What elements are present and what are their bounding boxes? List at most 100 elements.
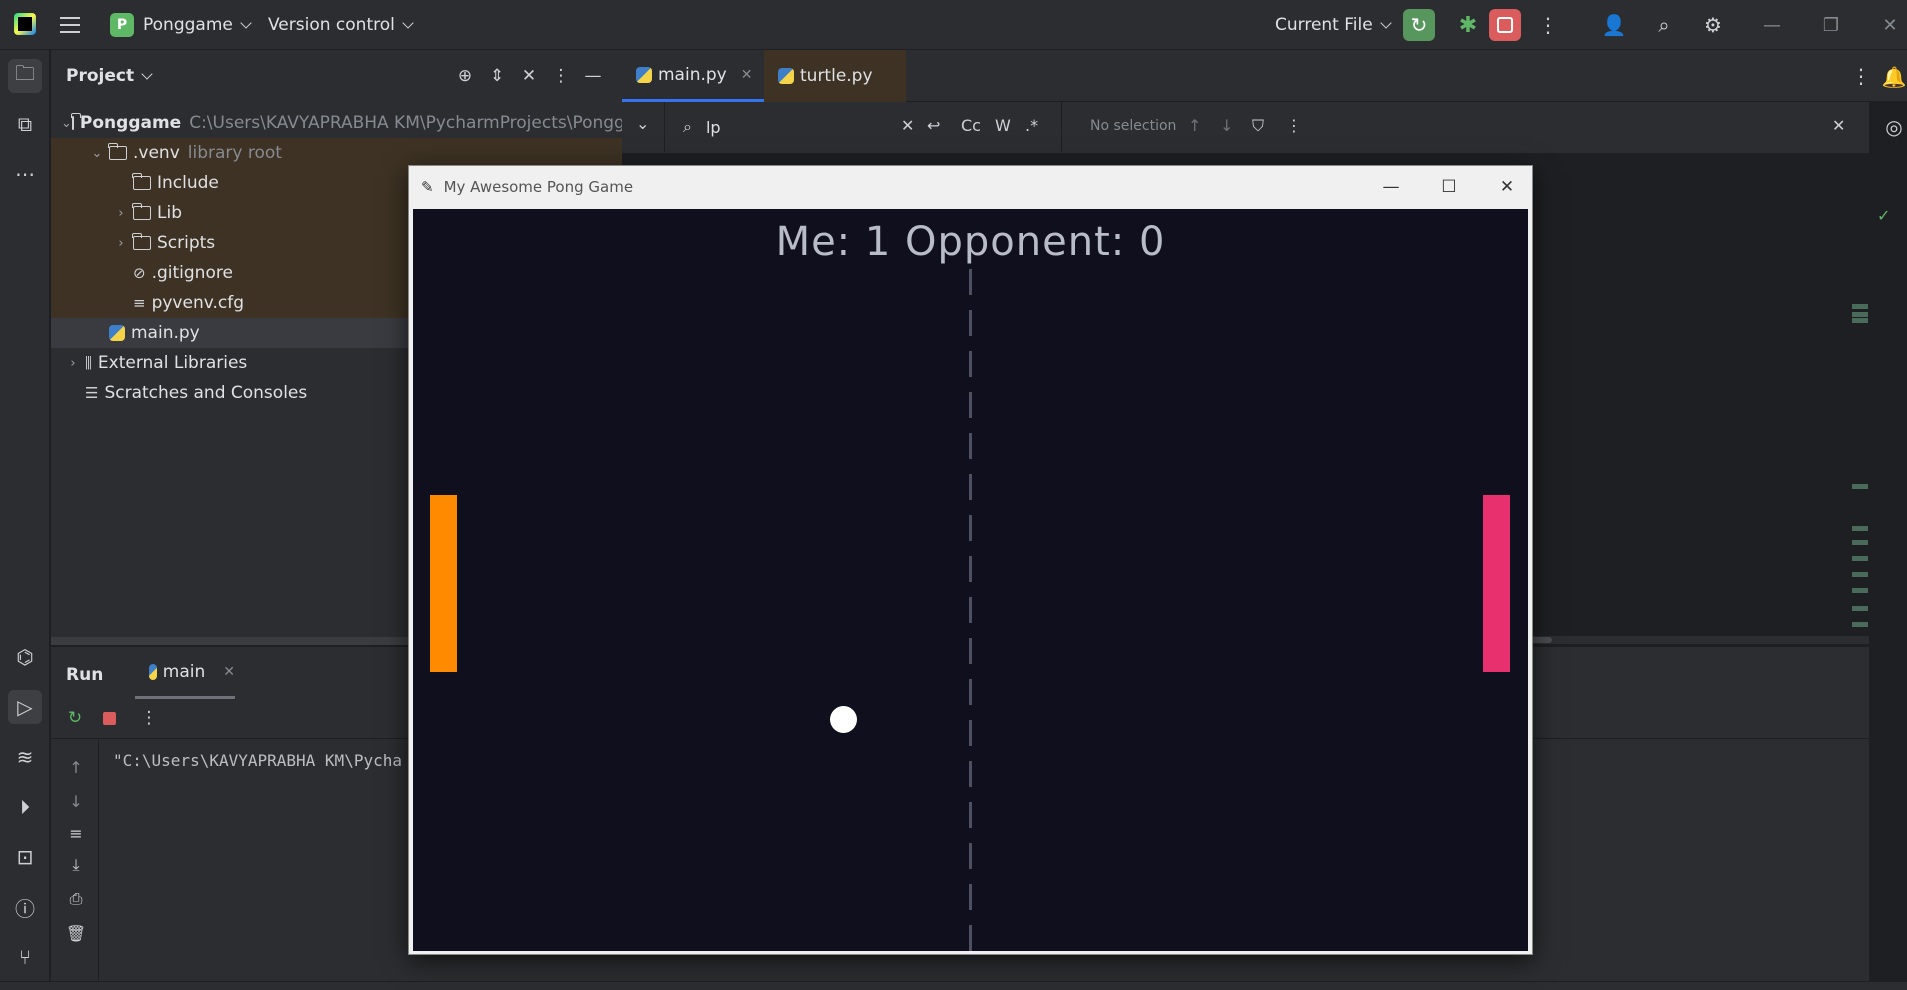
- match-case-toggle[interactable]: Cc: [961, 116, 981, 135]
- terminal-icon[interactable]: ⊡: [8, 840, 42, 874]
- find-options-icon[interactable]: ⋮: [1286, 116, 1302, 135]
- center-line-dash: [969, 556, 972, 582]
- tab-options-icon[interactable]: ⋮: [1845, 60, 1877, 92]
- find-query[interactable]: lp: [706, 118, 721, 137]
- close-tab-icon[interactable]: ✕: [741, 67, 753, 83]
- game-canvas[interactable]: Me: 1 Opponent: 0: [413, 209, 1528, 951]
- game-window-titlebar[interactable]: ✎ My Awesome Pong Game: [409, 166, 1532, 208]
- chevron-right-icon[interactable]: ›: [61, 356, 85, 371]
- console-output[interactable]: "C:\Users\KAVYAPRABHA KM\Pycha: [113, 751, 402, 770]
- center-line-dash: [969, 925, 972, 951]
- tree-item-label: Scripts: [157, 233, 216, 253]
- tree-item-label: .venv: [133, 143, 180, 163]
- tree-item-venv[interactable]: ⌄ .venv library root: [51, 138, 622, 168]
- tree-item-label: Include: [157, 173, 219, 193]
- change-marker: [1852, 556, 1868, 561]
- python-file-icon: [636, 66, 652, 83]
- notifications-bell-icon[interactable]: 🔔: [1878, 61, 1907, 93]
- folder-icon: [71, 113, 82, 130]
- add-user-icon[interactable]: 👤: [1598, 9, 1630, 41]
- ai-assistant-icon[interactable]: ◎: [1878, 111, 1907, 143]
- center-line-dash: [969, 720, 972, 746]
- center-line-dash: [969, 474, 972, 500]
- restore-window-icon[interactable]: ❐: [1816, 12, 1846, 38]
- run-side-toolbar: ↑ ↓ ≡ ⤓ ⎙ 🗑: [51, 740, 99, 982]
- previous-occurrence-icon[interactable]: ↑: [1188, 116, 1201, 135]
- center-line-dash: [969, 884, 972, 910]
- close-find-icon[interactable]: ✕: [1832, 116, 1845, 135]
- chevron-down-icon[interactable]: ⌄: [636, 114, 649, 133]
- next-occurrence-icon[interactable]: ↓: [1220, 116, 1233, 135]
- tab-turtle-py[interactable]: turtle.py: [764, 50, 906, 102]
- problems-icon[interactable]: ⓘ: [8, 890, 42, 924]
- rerun-button[interactable]: ↻: [1403, 9, 1435, 41]
- project-switcher[interactable]: P Ponggame: [110, 0, 252, 50]
- collapse-all-icon[interactable]: ✕: [513, 62, 545, 90]
- hide-panel-icon[interactable]: —: [577, 62, 609, 90]
- run-tab-main[interactable]: main ✕: [135, 647, 235, 699]
- tab-label: main.py: [658, 64, 727, 85]
- print-icon[interactable]: ⎙: [63, 886, 89, 912]
- expand-all-icon[interactable]: ⇕: [481, 62, 513, 90]
- maximize-icon[interactable]: ☐: [1429, 172, 1469, 202]
- structure-icon[interactable]: ⧉: [8, 107, 42, 141]
- locate-file-icon[interactable]: ⊕: [449, 62, 481, 90]
- clear-search-icon[interactable]: ✕: [901, 116, 914, 135]
- scroll-to-end-icon[interactable]: ⤓: [63, 852, 89, 878]
- filter-icon[interactable]: ⛉: [1252, 116, 1264, 136]
- scratches-icon: ☰: [85, 384, 99, 402]
- main-menu-icon[interactable]: [60, 0, 86, 50]
- stop-button[interactable]: [1489, 9, 1521, 41]
- python-console-icon[interactable]: ⌬: [8, 640, 42, 674]
- more-options-icon[interactable]: ⋮: [136, 705, 162, 731]
- options-icon[interactable]: ⋮: [545, 62, 577, 90]
- pong-game-window[interactable]: ✎ My Awesome Pong Game — ☐ ✕ Me: 1 Oppon…: [408, 165, 1533, 955]
- folder-icon: [132, 233, 151, 250]
- check-icon: ✓: [1877, 206, 1891, 225]
- more-tools-icon[interactable]: ⋯: [8, 157, 42, 191]
- chevron-right-icon[interactable]: ›: [109, 236, 133, 251]
- chevron-down-icon[interactable]: ⌄: [85, 146, 109, 161]
- tree-item-label: Scratches and Consoles: [104, 383, 308, 403]
- chevron-right-icon[interactable]: ›: [109, 206, 133, 221]
- scroll-down-icon[interactable]: ↓: [63, 788, 89, 814]
- tree-item-ponggame[interactable]: ⌄ Ponggame C:\Users\KAVYAPRABHA KM\Pycha…: [51, 108, 622, 138]
- git-branch-icon[interactable]: ⑂: [8, 940, 42, 974]
- tab-main-py[interactable]: main.py ✕: [622, 50, 767, 102]
- debug-bug-icon[interactable]: ✱: [1452, 9, 1484, 41]
- editor-tabs: main.py ✕ turtle.py ⋮: [622, 50, 1907, 102]
- trash-icon[interactable]: 🗑: [63, 920, 89, 946]
- whole-word-toggle[interactable]: W: [995, 116, 1011, 135]
- close-window-icon[interactable]: ✕: [1875, 12, 1905, 38]
- soft-wrap-icon[interactable]: ≡: [63, 820, 89, 846]
- more-actions-icon[interactable]: ⋮: [1532, 9, 1564, 41]
- multiline-icon[interactable]: ↩: [927, 116, 940, 135]
- python-file-icon: [778, 68, 794, 84]
- change-marker: [1852, 540, 1868, 545]
- center-line-dash: [969, 802, 972, 828]
- find-input-box[interactable]: ⌕ lp ✕ ↩ Cc W .*: [664, 102, 1062, 152]
- close-icon[interactable]: ✕: [1487, 172, 1527, 202]
- minimize-icon[interactable]: —: [1371, 172, 1411, 202]
- activity-bar: 🗀 ⧉ ⋯ ⌬ ▷ ≋ ⏵ ⊡ ⓘ ⑂: [0, 50, 50, 990]
- ignored-file-icon: ⊘: [133, 264, 146, 282]
- version-control-menu[interactable]: Version control: [268, 0, 414, 50]
- run-tool-icon[interactable]: ▷: [8, 690, 42, 724]
- rerun-icon[interactable]: ↻: [62, 705, 88, 731]
- run-configuration-selector[interactable]: Current File: [1275, 0, 1392, 50]
- chevron-down-icon[interactable]: ⌄: [61, 116, 72, 131]
- services-icon[interactable]: ⏵: [8, 790, 42, 824]
- search-icon[interactable]: ⌕: [1648, 9, 1680, 41]
- right-paddle: [1483, 495, 1510, 672]
- center-line-dash: [969, 515, 972, 541]
- center-dashed-line: [969, 269, 972, 951]
- stop-icon[interactable]: [96, 705, 122, 731]
- layers-icon[interactable]: ≋: [8, 740, 42, 774]
- minimize-window-icon[interactable]: —: [1757, 12, 1787, 38]
- tree-item-label: External Libraries: [97, 353, 248, 373]
- scroll-up-icon[interactable]: ↑: [63, 754, 89, 780]
- regex-toggle[interactable]: .*: [1025, 116, 1038, 135]
- settings-gear-icon[interactable]: ⚙: [1697, 9, 1729, 41]
- close-tab-icon[interactable]: ✕: [223, 664, 235, 680]
- project-folder-icon[interactable]: 🗀: [8, 59, 42, 93]
